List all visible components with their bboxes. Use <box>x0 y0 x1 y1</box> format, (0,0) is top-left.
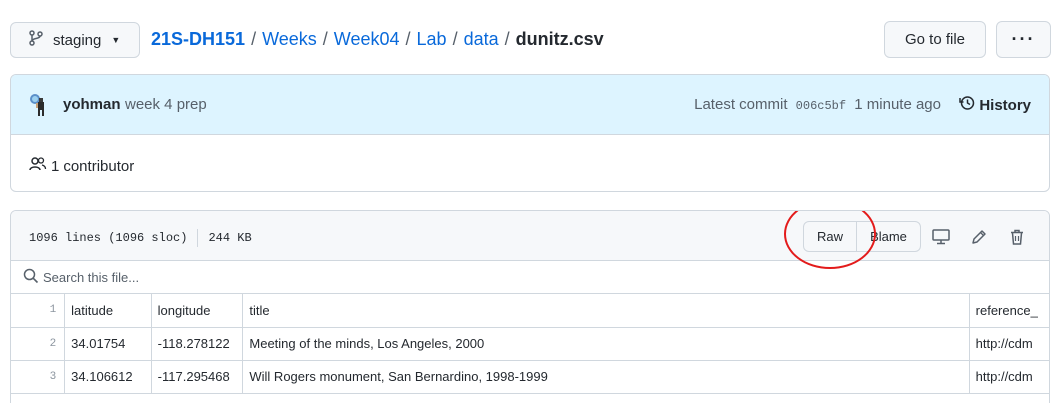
table-cell: -118.278122 <box>151 327 244 361</box>
table-cell: http://cdm <box>969 360 1049 394</box>
history-label: History <box>979 96 1031 114</box>
table-row: 2 34.01754 -118.278122 Meeting of the mi… <box>11 327 1049 361</box>
git-branch-icon <box>29 30 43 50</box>
file-info: 1096 lines (1096 sloc) 244 KB <box>29 229 252 247</box>
breadcrumb-separator: / <box>322 29 328 49</box>
file-action-buttons: Raw Blame <box>803 221 921 252</box>
breadcrumb-separator: / <box>405 29 411 49</box>
branch-selector-button[interactable]: staging ▼ <box>10 22 140 58</box>
file-search <box>11 261 1049 294</box>
commit-sha-link[interactable]: 006c5bf <box>796 99 846 113</box>
commit-box: yohman week 4 prep Latest commit 006c5bf… <box>10 74 1050 192</box>
table-cell: -117.295468 <box>151 360 244 394</box>
contributor-count: 1 <box>51 157 60 175</box>
table-cell: title <box>242 294 970 328</box>
latest-commit-header: yohman week 4 prep Latest commit 006c5bf… <box>11 75 1049 135</box>
branch-name: staging <box>53 31 102 49</box>
trash-icon[interactable] <box>1007 227 1027 247</box>
line-count: 1096 lines (1096 sloc) <box>29 231 188 245</box>
breadcrumb-separator: / <box>452 29 458 49</box>
contributors-link[interactable]: 1 contributor <box>29 156 134 176</box>
breadcrumb-link-lab[interactable]: Lab <box>417 29 447 50</box>
search-file-input[interactable] <box>43 269 443 285</box>
people-icon <box>29 156 51 176</box>
latest-commit-label: Latest commit <box>694 96 788 113</box>
more-options-button[interactable]: ··· <box>996 21 1051 58</box>
breadcrumb-current-file: dunitz.csv <box>515 29 604 49</box>
table-cell: 34.106612 <box>64 360 152 394</box>
contributor-label: contributor <box>63 157 135 175</box>
history-link[interactable]: History <box>959 95 1031 115</box>
table-cell: Meeting of the minds, Los Angeles, 2000 <box>242 327 970 361</box>
table-cell: reference_ <box>969 294 1049 328</box>
line-number[interactable]: 3 <box>11 360 66 394</box>
breadcrumb-link-week04[interactable]: Week04 <box>334 29 400 50</box>
line-number[interactable]: 2 <box>11 327 66 361</box>
divider <box>197 229 199 247</box>
commit-message-link[interactable]: week 4 prep <box>125 96 207 113</box>
table-row: 3 34.106612 -117.295468 Will Rogers monu… <box>11 360 1049 394</box>
desktop-icon[interactable] <box>931 227 951 247</box>
go-to-file-button[interactable]: Go to file <box>884 21 986 58</box>
csv-table: 1 latitude longitude title reference_ 2 … <box>11 294 1049 394</box>
table-row: 1 latitude longitude title reference_ <box>11 294 1049 328</box>
search-icon <box>23 268 39 287</box>
table-cell: Will Rogers monument, San Bernardino, 19… <box>242 360 970 394</box>
latest-commit-info: Latest commit 006c5bf 1 minute ago <box>694 96 941 113</box>
table-cell: 34.01754 <box>64 327 152 361</box>
blame-button[interactable]: Blame <box>857 222 920 251</box>
file-viewer: 1096 lines (1096 sloc) 244 KB Raw Blame … <box>10 210 1050 403</box>
breadcrumb-link-weeks[interactable]: Weeks <box>262 29 317 50</box>
table-cell: latitude <box>64 294 152 328</box>
breadcrumb-link-data[interactable]: data <box>464 29 499 50</box>
breadcrumb: 21S-DH151 / Weeks / Week04 / Lab / data … <box>151 29 604 50</box>
commit-time: 1 minute ago <box>854 96 941 113</box>
breadcrumb-separator: / <box>251 29 257 49</box>
file-header: 1096 lines (1096 sloc) 244 KB Raw Blame <box>11 211 1049 269</box>
chevron-down-icon: ▼ <box>111 35 121 45</box>
table-cell: longitude <box>151 294 244 328</box>
file-navigation: staging ▼ 21S-DH151 / Weeks / Week04 / L… <box>10 21 1054 59</box>
raw-button[interactable]: Raw <box>804 222 857 251</box>
table-cell: http://cdm <box>969 327 1049 361</box>
breadcrumb-separator: / <box>504 29 510 49</box>
breadcrumb-repo-link[interactable]: 21S-DH151 <box>151 29 245 50</box>
commit-author-link[interactable]: yohman <box>63 96 121 113</box>
file-size: 244 KB <box>208 231 252 245</box>
avatar[interactable] <box>27 93 49 117</box>
pencil-icon[interactable] <box>969 227 989 247</box>
line-number[interactable]: 1 <box>11 294 66 328</box>
history-icon <box>959 95 979 115</box>
